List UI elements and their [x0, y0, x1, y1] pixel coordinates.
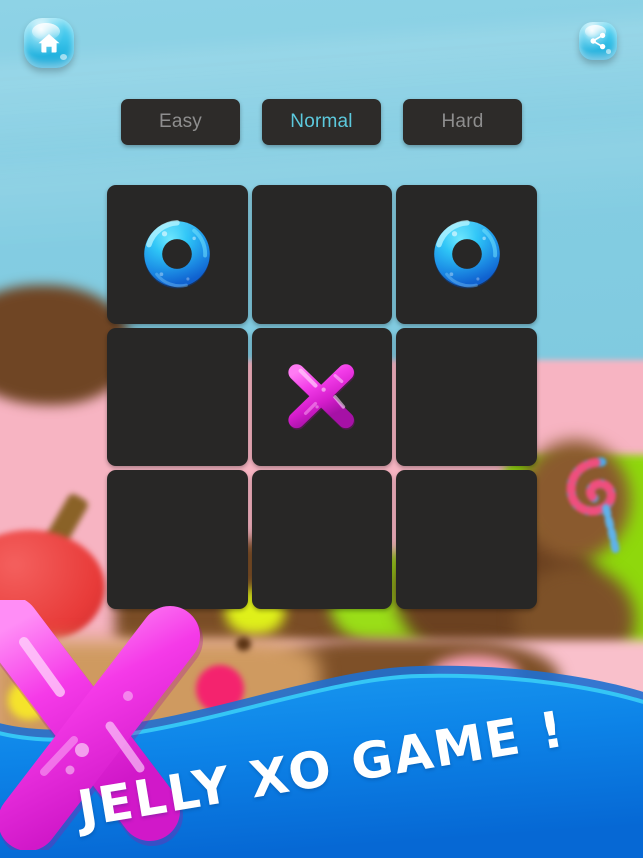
home-button[interactable] — [24, 18, 74, 68]
red-sprinkle — [152, 613, 174, 633]
difficulty-label-hard: Hard — [441, 111, 484, 132]
difficulty-label-easy: Easy — [158, 111, 203, 132]
button-gloss-dot — [59, 54, 67, 60]
difficulty-label-normal: Normal — [290, 111, 353, 132]
share-icon — [590, 32, 606, 50]
difficulty-button-easy[interactable]: Easy — [121, 99, 240, 145]
board-cell-7[interactable] — [251, 470, 393, 609]
board-cell-1[interactable] — [251, 185, 393, 324]
board-cell-4[interactable] — [251, 327, 393, 467]
pink-candy-bump — [430, 655, 520, 695]
game-screen: Easy Normal Hard JELLY XO GAME ! — [0, 0, 643, 858]
chocolate-sprinkle-b — [330, 688, 344, 701]
o-piece — [144, 220, 211, 289]
lollipop-icon — [566, 457, 620, 556]
board-cell-3[interactable] — [107, 327, 248, 467]
share-button[interactable] — [579, 22, 617, 60]
board-cell-2[interactable] — [396, 185, 537, 324]
difficulty-button-normal[interactable]: Normal — [262, 99, 381, 145]
difficulty-button-hard[interactable]: Hard — [403, 99, 522, 145]
game-board — [107, 185, 537, 609]
board-cell-6[interactable] — [107, 470, 248, 609]
yellow-gumball — [8, 680, 50, 720]
home-icon — [38, 34, 60, 53]
board-cell-8[interactable] — [396, 470, 537, 609]
x-piece — [288, 364, 355, 430]
pink-gumball — [196, 665, 244, 713]
board-cell-5[interactable] — [396, 327, 537, 467]
button-gloss-dot — [606, 49, 612, 54]
o-piece — [433, 220, 500, 289]
difficulty-selector: Easy Normal Hard — [0, 99, 643, 145]
board-cell-0[interactable] — [107, 185, 248, 324]
chocolate-sprinkle-a — [236, 637, 251, 651]
